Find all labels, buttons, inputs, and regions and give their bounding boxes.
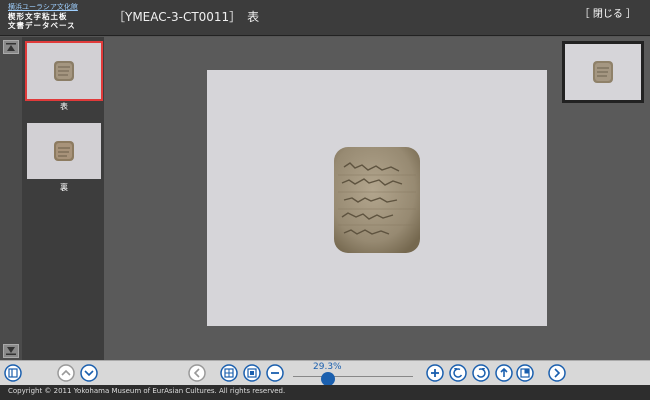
- zoom-level: 29.3%: [313, 362, 342, 372]
- cuneiform-tablet-image: [334, 147, 420, 253]
- grid-icon: [220, 364, 238, 382]
- zoom-slider-track: [293, 376, 413, 377]
- grid-view-button[interactable]: [220, 364, 238, 382]
- site-logo: 横浜ユーラシア文化館 楔形文字粘土板 文書データベース: [8, 3, 108, 30]
- close-button[interactable]: ［ 閉じる ］: [580, 5, 636, 20]
- database-title-line1: 楔形文字粘土板: [8, 12, 68, 21]
- scroll-up-button[interactable]: [3, 40, 19, 54]
- tablet-navigator-image: [593, 61, 613, 83]
- next-image-button[interactable]: [548, 364, 566, 382]
- scroll-down-button[interactable]: [3, 344, 19, 358]
- tablet-thumbnail-image: [54, 61, 74, 81]
- tablet-photo[interactable]: [207, 70, 547, 326]
- toggle-panel-button[interactable]: [4, 364, 22, 382]
- minus-icon: [266, 364, 284, 382]
- rotate-left-icon: [449, 364, 467, 382]
- thumbnail-back-label: 裏: [60, 183, 68, 192]
- image-viewer[interactable]: [104, 37, 650, 360]
- fit-window-icon: [243, 364, 261, 382]
- zoom-slider[interactable]: [293, 372, 413, 386]
- previous-up-button[interactable]: [57, 364, 75, 382]
- chevron-right-icon: [548, 364, 566, 382]
- arrow-down-icon: [6, 347, 16, 355]
- viewer-toolbar: 29.3%: [0, 360, 650, 386]
- page-title: ［YMEAC-3-CT0011］ 表: [113, 10, 260, 24]
- previous-image-button[interactable]: [188, 364, 206, 382]
- thumbnail-front-label: 表: [60, 102, 68, 111]
- arrow-up-icon: [6, 43, 16, 51]
- zoom-out-button[interactable]: [266, 364, 284, 382]
- chevron-down-icon: [80, 364, 98, 382]
- copyright-text: Copyright © 2011 Yokohama Museum of EurA…: [8, 387, 286, 395]
- next-down-button[interactable]: [80, 364, 98, 382]
- fit-to-window-button[interactable]: [243, 364, 261, 382]
- chevron-left-icon: [188, 364, 206, 382]
- chevron-up-icon: [57, 364, 75, 382]
- navigator-icon: [516, 364, 534, 382]
- arrow-up-icon: [495, 364, 513, 382]
- museum-link[interactable]: 横浜ユーラシア文化館: [8, 3, 108, 12]
- thumbnail-front[interactable]: [25, 41, 103, 101]
- thumbnail-scrollbar: [0, 37, 22, 360]
- header-bar: 横浜ユーラシア文化館 楔形文字粘土板 文書データベース ［YMEAC-3-CT0…: [0, 0, 650, 36]
- reset-orientation-button[interactable]: [495, 364, 513, 382]
- database-title-line2: 文書データベース: [8, 21, 76, 30]
- rotate-right-button[interactable]: [472, 364, 490, 382]
- zoom-in-button[interactable]: [426, 364, 444, 382]
- rotate-right-icon: [472, 364, 490, 382]
- thumbnail-panel: 表 裏: [22, 37, 104, 360]
- rotate-left-button[interactable]: [449, 364, 467, 382]
- zoom-slider-handle[interactable]: [321, 372, 335, 386]
- panel-toggle-icon: [4, 364, 22, 382]
- tablet-thumbnail-image: [54, 141, 74, 161]
- plus-icon: [426, 364, 444, 382]
- footer-bar: Copyright © 2011 Yokohama Museum of EurA…: [0, 385, 650, 400]
- navigator-toggle-button[interactable]: [516, 364, 534, 382]
- navigator-preview[interactable]: [562, 41, 644, 103]
- thumbnail-back[interactable]: [27, 123, 101, 179]
